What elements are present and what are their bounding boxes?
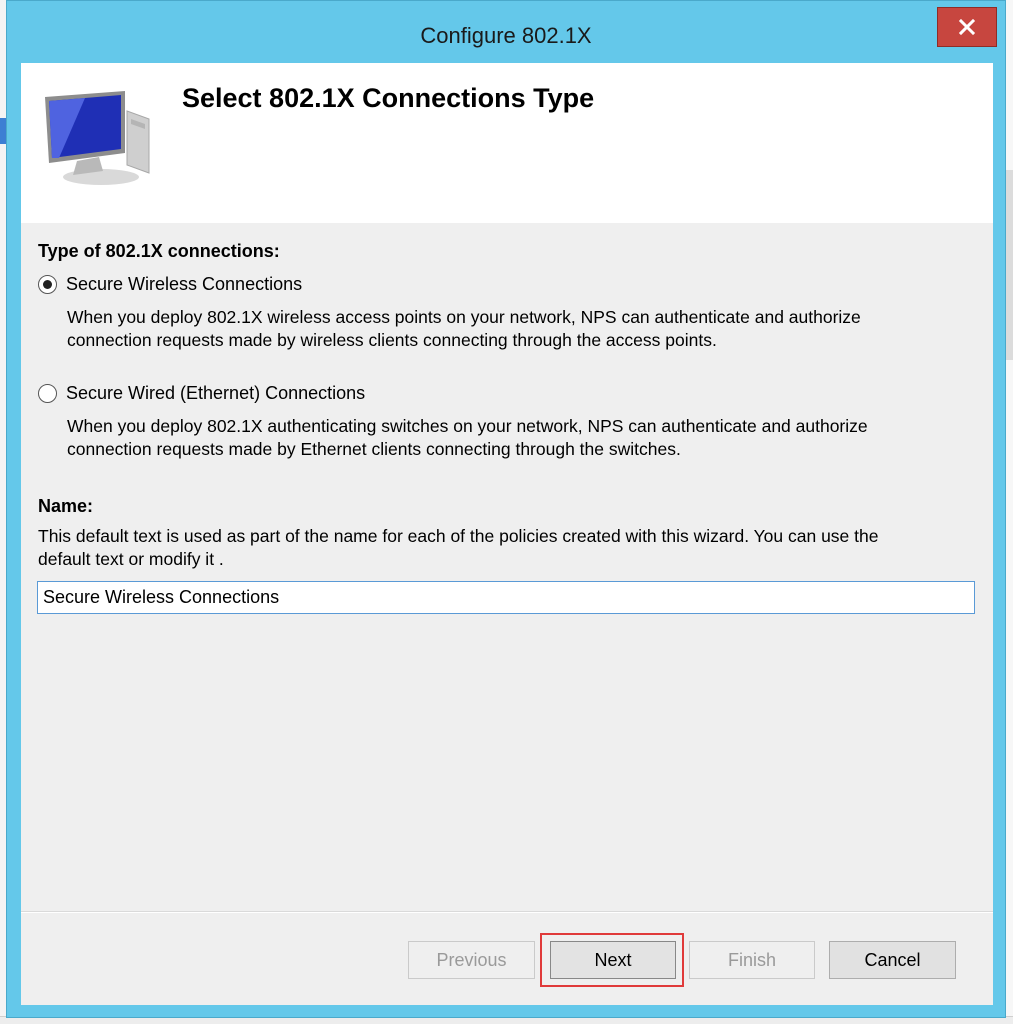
radio-label-wireless: Secure Wireless Connections [66,274,303,294]
wireless-description: When you deploy 802.1X wireless access p… [67,306,967,352]
radio-button-unchecked[interactable] [38,384,57,403]
wireless-description-line: When you deploy 802.1X wireless access p… [67,307,861,327]
configure-dialog: Configure 802.1X Select 802.1X Connectio… [6,0,1006,1018]
name-label: Name: [38,496,94,516]
page-title: Select 802.1X Connections Type [182,83,595,113]
name-description: This default text is used as part of the… [38,525,978,571]
close-icon [959,19,975,35]
radio-button-checked[interactable] [38,275,57,294]
wired-description-line: When you deploy 802.1X authenticating sw… [67,416,868,436]
dialog-client-area: Select 802.1X Connections Type Type of 8… [21,63,993,1005]
previous-button[interactable]: Previous [408,941,535,979]
title-bar[interactable]: Configure 802.1X [7,1,1005,63]
connection-type-label: Type of 802.1X connections: [38,241,280,261]
footer-separator [21,911,993,913]
cancel-button[interactable]: Cancel [829,941,956,979]
name-description-line: This default text is used as part of the… [38,526,879,546]
close-button[interactable] [937,7,997,47]
radio-secure-wireless[interactable]: Secure Wireless Connections [38,274,302,295]
radio-secure-wired[interactable]: Secure Wired (Ethernet) Connections [38,383,365,404]
policy-name-input[interactable] [37,581,975,614]
wired-description-line: connection requests made by Ethernet cli… [67,439,681,459]
computer-icon [45,91,150,185]
window-title: Configure 802.1X [420,23,592,48]
radio-label-wired: Secure Wired (Ethernet) Connections [66,383,366,403]
finish-button[interactable]: Finish [689,941,815,979]
next-button[interactable]: Next [550,941,676,979]
name-description-line: default text or modify it . [38,549,224,569]
wizard-header: Select 802.1X Connections Type [21,63,993,223]
wired-description: When you deploy 802.1X authenticating sw… [67,415,967,461]
wireless-description-line: connection requests made by wireless cli… [67,330,717,350]
